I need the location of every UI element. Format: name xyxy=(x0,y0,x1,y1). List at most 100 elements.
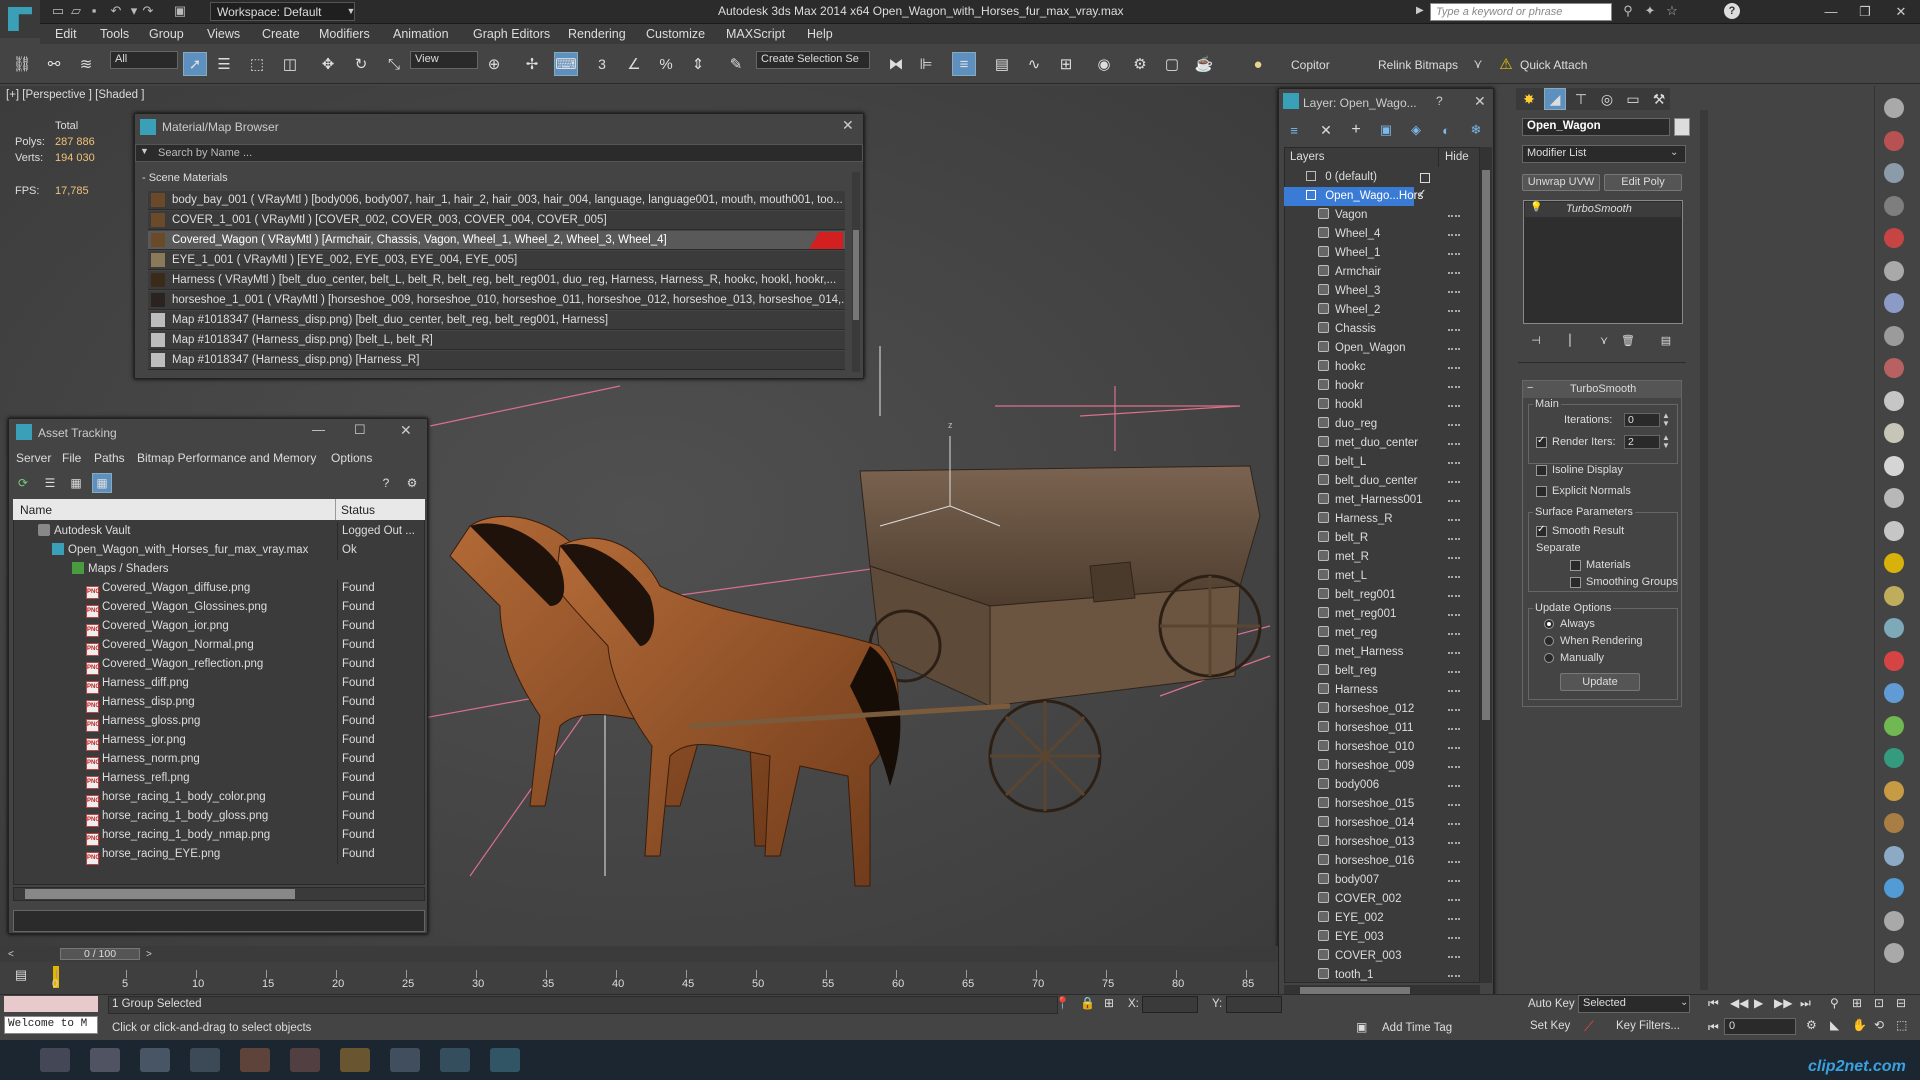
select-and-link-icon[interactable]: ⛓ xyxy=(10,52,34,76)
layer-object-row[interactable]: met_reg xyxy=(1284,624,1480,643)
time-slider[interactable] xyxy=(0,946,1278,962)
asset-help-icon[interactable]: ? xyxy=(376,473,396,493)
menu-graph-editors[interactable]: Graph Editors xyxy=(473,27,550,41)
utilities-tab-icon[interactable]: ⚒ xyxy=(1648,88,1670,110)
layer-help-icon[interactable]: ? xyxy=(1436,94,1443,108)
hide-toggle[interactable] xyxy=(1448,671,1460,673)
update-manually-radio[interactable] xyxy=(1544,653,1554,663)
torus-icon[interactable] xyxy=(1884,585,1904,606)
layer-object-row[interactable]: belt_reg xyxy=(1284,662,1480,681)
map-row-harness-disp-1[interactable]: Map #1018347 (Harness_disp.png) [belt_du… xyxy=(148,311,845,330)
close-window-button[interactable]: ✕ xyxy=(1886,2,1916,22)
hide-toggle[interactable] xyxy=(1448,899,1460,901)
close-icon[interactable]: ✕ xyxy=(400,422,412,439)
hide-toggle[interactable] xyxy=(1448,728,1460,730)
systems-icon[interactable] xyxy=(1884,358,1904,378)
modifier-stack[interactable] xyxy=(1523,200,1683,324)
menu-edit[interactable]: Edit xyxy=(55,27,77,41)
rendered-frame-window-icon[interactable]: ▢ xyxy=(1160,52,1184,76)
command-panel-scrollbar[interactable] xyxy=(1700,110,1708,990)
viewport-layout-icon[interactable] xyxy=(1884,163,1904,183)
maxscript-listener-pink[interactable] xyxy=(4,996,98,1012)
menu-group[interactable]: Group xyxy=(149,27,184,41)
auto-key-button[interactable]: Auto Key xyxy=(1528,998,1575,1010)
maximize-icon[interactable]: ☐ xyxy=(354,422,366,438)
render-icon[interactable] xyxy=(1884,130,1904,151)
time-slider-thumb[interactable]: 0 / 100 xyxy=(60,948,140,960)
layer-object-row[interactable]: met_duo_center xyxy=(1284,434,1480,453)
select-by-name-icon[interactable]: ☰ xyxy=(212,52,236,76)
layer-object-row[interactable]: COVER_002 xyxy=(1284,890,1480,909)
hide-toggle[interactable] xyxy=(1448,538,1460,540)
snap-toggle-icon[interactable]: 3 xyxy=(590,52,614,76)
time-configuration-icon[interactable]: ⚙ xyxy=(1806,1018,1817,1032)
favorites-star-icon[interactable]: ☆ xyxy=(1664,3,1680,19)
set-key-icon[interactable]: ⟋ xyxy=(1584,1018,1594,1035)
hide-toggle[interactable] xyxy=(1448,690,1460,692)
time-tag-icon[interactable]: ▣ xyxy=(1356,1020,1367,1034)
asset-menu-file[interactable]: File xyxy=(62,451,81,465)
hide-toggle[interactable] xyxy=(1448,348,1460,350)
taskbar-app-icon[interactable] xyxy=(490,1048,520,1072)
dynamics-icon[interactable] xyxy=(1884,650,1904,671)
material-browser-scroll-thumb[interactable] xyxy=(853,230,859,320)
material-row-body-bay[interactable]: body_bay_001 ( VRayMtl ) [body006, body0… xyxy=(148,191,845,210)
hide-toggle[interactable] xyxy=(1448,937,1460,939)
layer-object-row[interactable]: horseshoe_009 xyxy=(1284,757,1480,776)
window-crossing-icon[interactable]: ◫ xyxy=(278,52,302,76)
taskbar-app-icon[interactable] xyxy=(340,1048,370,1072)
add-time-tag[interactable]: Add Time Tag xyxy=(1382,1022,1452,1034)
asset-map-row[interactable]: PNG Covered_Wagon_Normal.png xyxy=(86,636,254,656)
hf-icon[interactable] xyxy=(1884,780,1904,801)
field-of-view-icon[interactable]: ◣ xyxy=(1830,1018,1839,1032)
schematic-view-icon[interactable]: ⊞ xyxy=(1054,52,1078,76)
save-icon[interactable]: ▪ xyxy=(86,3,102,19)
chevron-down-icon[interactable]: ⌄ xyxy=(1680,997,1688,1008)
maximize-viewport-icon[interactable]: ⬚ xyxy=(1896,1018,1907,1032)
quick-attach-label[interactable]: Quick Attach xyxy=(1520,58,1587,72)
previous-frame-icon[interactable]: ◀◀ xyxy=(1730,996,1748,1010)
layer-object-row[interactable]: belt_reg001 xyxy=(1284,586,1480,605)
grid-view-icon[interactable]: ▦ xyxy=(92,473,112,493)
asset-menu-bitmap-performance[interactable]: Bitmap Performance and Memory xyxy=(137,451,316,465)
col-layers-header[interactable]: Layers xyxy=(1290,151,1325,163)
current-frame-field[interactable]: 0 xyxy=(1724,1018,1796,1035)
key-set-dropdown[interactable]: Selected xyxy=(1578,995,1690,1013)
rectangular-selection-icon[interactable]: ⬚ xyxy=(245,52,269,76)
layer-tool-1-icon[interactable]: ≡ xyxy=(1284,120,1304,140)
zoom-all-icon[interactable]: ⊞ xyxy=(1852,996,1862,1010)
time-next-icon[interactable]: > xyxy=(146,949,152,960)
asset-map-row[interactable]: PNG Covered_Wagon_ior.png xyxy=(86,617,229,637)
table-view-icon[interactable]: ▦ xyxy=(66,473,86,493)
minimize-window-button[interactable]: — xyxy=(1816,2,1846,22)
isoline-display-checkbox[interactable] xyxy=(1536,465,1547,476)
hide-toggle[interactable] xyxy=(1448,918,1460,920)
reference-coordinate-dropdown[interactable]: View xyxy=(410,51,478,69)
spinner-snap-icon[interactable]: ⇕ xyxy=(686,52,710,76)
layer-object-row[interactable]: horseshoe_013 xyxy=(1284,833,1480,852)
layer-object-row[interactable]: EYE_002 xyxy=(1284,909,1480,928)
hide-toggle[interactable] xyxy=(1448,633,1460,635)
search-options-chevron-icon[interactable]: ▼ xyxy=(140,146,149,156)
plane-icon[interactable] xyxy=(1884,390,1904,411)
current-layer-toggle[interactable] xyxy=(1420,173,1430,183)
help-icon[interactable]: ? xyxy=(1724,3,1740,19)
modify-tab-icon[interactable]: ◢ xyxy=(1544,88,1566,110)
isolate-selection-icon[interactable]: 📍 xyxy=(1055,996,1070,1010)
hide-toggle[interactable] xyxy=(1448,215,1460,217)
pivot-center-icon[interactable]: ⊕ xyxy=(482,52,506,76)
go-to-end-icon[interactable]: ⏭ xyxy=(1800,996,1811,1011)
relink-bitmaps-label[interactable]: Relink Bitmaps xyxy=(1378,58,1458,72)
edit-poly-button[interactable]: Edit Poly xyxy=(1604,174,1682,191)
hide-toggle[interactable] xyxy=(1448,804,1460,806)
layer-object-row[interactable]: met_Harness001 xyxy=(1284,491,1480,510)
x-coord-field[interactable] xyxy=(1142,996,1198,1013)
make-unique-icon[interactable]: ⋎ xyxy=(1594,330,1614,350)
asset-vault-row[interactable]: Autodesk Vault xyxy=(38,522,131,541)
y-coord-field[interactable] xyxy=(1226,996,1282,1013)
menu-help[interactable]: Help xyxy=(807,27,833,41)
asset-menu-server[interactable]: Server xyxy=(16,451,51,465)
restore-window-button[interactable]: ❐ xyxy=(1850,2,1880,22)
layer-object-row[interactable]: tooth_1 xyxy=(1284,966,1480,985)
taskbar-app-icon[interactable] xyxy=(390,1048,420,1072)
